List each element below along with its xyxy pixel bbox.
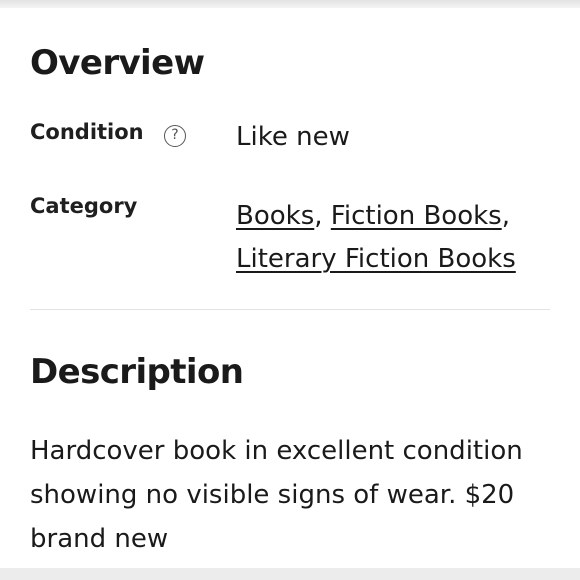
condition-value: Like new	[236, 122, 350, 152]
question-circle-icon[interactable]: ?	[164, 125, 186, 147]
description-text: Hardcover book in excellent condition sh…	[30, 436, 523, 554]
category-separator: ,	[314, 201, 331, 231]
category-label: Category	[30, 194, 138, 218]
category-separator: ,	[501, 201, 510, 231]
category-link-literary-fiction-books[interactable]: Literary Fiction Books	[236, 244, 516, 274]
top-edge	[0, 0, 580, 8]
category-link-fiction-books[interactable]: Fiction Books	[331, 201, 502, 231]
condition-label: Condition	[30, 120, 144, 144]
section-divider	[30, 309, 550, 310]
bottom-edge	[0, 568, 580, 580]
description-heading: Description	[30, 352, 244, 392]
listing-details-card: Overview Condition ? Like new Category B…	[0, 8, 580, 568]
category-links: Books, Fiction Books, Literary Fiction Bo…	[236, 195, 556, 281]
category-link-books[interactable]: Books	[236, 201, 314, 231]
overview-heading: Overview	[30, 43, 205, 83]
